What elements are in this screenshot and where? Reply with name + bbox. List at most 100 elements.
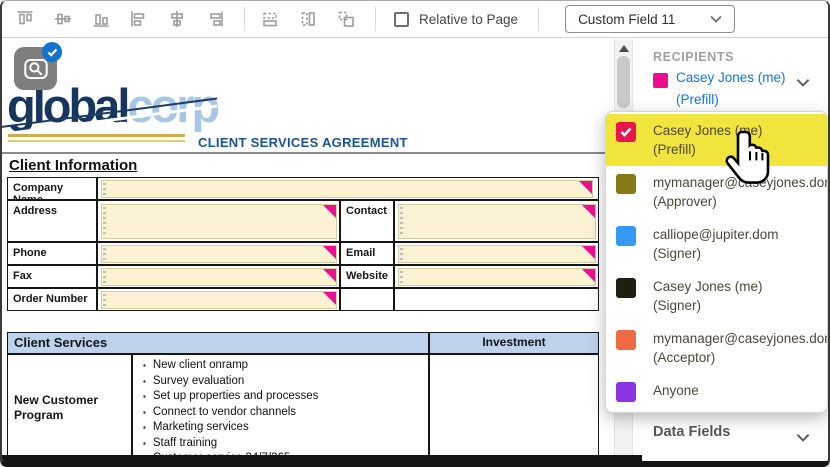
bullet-item: ▪ Set up properties and processes bbox=[143, 389, 428, 405]
recipient-option-role: (Signer) bbox=[653, 244, 779, 263]
relative-to-page-label: Relative to Page bbox=[419, 12, 518, 27]
field-flag-icon bbox=[323, 269, 336, 282]
document-title: CLIENT SERVICES AGREEMENT bbox=[198, 135, 408, 150]
recipient-color-swatch bbox=[616, 122, 636, 142]
recipient-option-role: (Acceptor) bbox=[653, 348, 828, 367]
recipient-option-name: calliope@jupiter.dom bbox=[653, 225, 779, 244]
recipient-color-swatch bbox=[616, 226, 636, 246]
field-handle[interactable] bbox=[103, 294, 106, 306]
toolbar: Relative to Page Custom Field 11 bbox=[2, 1, 828, 38]
investment-header: Investment bbox=[429, 332, 599, 354]
label-address: Address bbox=[7, 200, 97, 242]
field-type-select-value: Custom Field 11 bbox=[578, 12, 675, 27]
scrollbar-thumb[interactable] bbox=[617, 56, 630, 108]
investment-cell bbox=[429, 354, 599, 456]
recipient-option[interactable]: mymanager@caseyjones.dom (Approver) bbox=[606, 166, 827, 218]
field-flag-icon bbox=[579, 181, 592, 194]
data-fields-chevron-down-icon[interactable] bbox=[796, 429, 810, 447]
cell-empty bbox=[394, 288, 599, 311]
page-cutoff-bar bbox=[2, 455, 642, 462]
field-handle[interactable] bbox=[103, 207, 106, 236]
align-vertical-center-icon[interactable] bbox=[52, 9, 73, 30]
recipient-option-name: Anyone bbox=[653, 381, 699, 400]
selected-recipient-name[interactable]: Casey Jones (me) bbox=[676, 70, 786, 85]
data-fields-heading[interactable]: Data Fields bbox=[653, 424, 730, 440]
recipient-option-role: (Prefill) bbox=[653, 140, 763, 159]
relative-to-page-checkbox[interactable] bbox=[394, 12, 409, 27]
align-bottom-icon[interactable] bbox=[90, 9, 111, 30]
form-field-address[interactable] bbox=[101, 204, 337, 239]
field-flag-icon bbox=[582, 246, 595, 259]
document-page: globalcorp CLIENT SERVICES AGREEMENT Cli… bbox=[2, 38, 614, 461]
form-field-contact[interactable] bbox=[398, 204, 596, 239]
bullet-glyph: ▪ bbox=[143, 358, 146, 374]
recipient-color-swatch bbox=[616, 382, 636, 402]
recipient-option[interactable]: Casey Jones (me) (Signer) bbox=[606, 270, 827, 322]
title-rule bbox=[2, 152, 614, 154]
bullet-glyph: ▪ bbox=[143, 405, 146, 421]
form-authoring-window: Relative to Page Custom Field 11 globalc… bbox=[0, 0, 830, 467]
field-handle[interactable] bbox=[400, 207, 403, 236]
bullet-glyph: ▪ bbox=[143, 389, 146, 405]
recipient-option[interactable]: mymanager@caseyjones.dom (Acceptor) bbox=[606, 322, 827, 374]
client-services-header: Client Services bbox=[7, 332, 429, 354]
toolbar-separator bbox=[244, 7, 245, 31]
label-fax: Fax bbox=[7, 265, 97, 288]
bullet-glyph: ▪ bbox=[143, 374, 146, 390]
recipient-color-swatch bbox=[616, 278, 636, 298]
recipient-option[interactable]: Casey Jones (me) (Prefill) bbox=[606, 114, 827, 166]
scroll-up-arrow-icon[interactable] bbox=[619, 45, 629, 52]
recipient-chevron-down-icon[interactable] bbox=[796, 74, 810, 83]
selected-recipient-role: (Prefill) bbox=[676, 92, 719, 107]
label-contact: Contact bbox=[340, 200, 394, 242]
bullet-text: New client onramp bbox=[153, 358, 248, 374]
recipient-option-role: (Signer) bbox=[653, 296, 763, 315]
field-flag-icon bbox=[582, 205, 595, 218]
field-type-select[interactable]: Custom Field 11 bbox=[565, 5, 735, 33]
recipient-option[interactable]: calliope@jupiter.dom (Signer) bbox=[606, 218, 827, 270]
bullet-item: ▪ Connect to vendor channels bbox=[143, 405, 428, 421]
match-size-icon[interactable] bbox=[335, 9, 356, 30]
recipient-option-name: Casey Jones (me) bbox=[653, 121, 763, 140]
bullet-item: ▪ Survey evaluation bbox=[143, 374, 428, 390]
check-icon bbox=[620, 127, 632, 137]
field-handle[interactable] bbox=[103, 248, 106, 260]
field-handle[interactable] bbox=[400, 271, 403, 283]
bullet-item: ▪ Staff training bbox=[143, 436, 428, 452]
match-width-icon[interactable] bbox=[259, 9, 280, 30]
recipient-option[interactable]: Anyone bbox=[606, 374, 827, 408]
form-field-phone[interactable] bbox=[101, 245, 337, 263]
field-handle[interactable] bbox=[400, 248, 403, 260]
bullet-text: Survey evaluation bbox=[153, 374, 244, 390]
recipient-option-name: mymanager@caseyjones.dom bbox=[653, 329, 828, 348]
align-horizontal-center-icon[interactable] bbox=[166, 9, 187, 30]
label-company-name: Company Name bbox=[7, 177, 97, 200]
bullet-item: ▪ Marketing services bbox=[143, 420, 428, 436]
form-field-website[interactable] bbox=[398, 268, 596, 286]
align-right-icon[interactable] bbox=[204, 9, 225, 30]
field-handle[interactable] bbox=[103, 183, 106, 195]
recipient-color-swatch bbox=[616, 174, 636, 194]
form-field-email[interactable] bbox=[398, 245, 596, 263]
form-field-fax[interactable] bbox=[101, 268, 337, 286]
match-height-icon[interactable] bbox=[297, 9, 318, 30]
label-email: Email bbox=[340, 242, 394, 265]
cell-empty bbox=[340, 288, 394, 311]
field-handle[interactable] bbox=[103, 271, 106, 283]
form-field-company-name[interactable] bbox=[101, 180, 593, 198]
form-field-order-number[interactable] bbox=[101, 291, 337, 309]
client-information-heading: Client Information bbox=[9, 157, 137, 174]
bullet-text: Connect to vendor channels bbox=[153, 405, 296, 421]
bullet-text: Staff training bbox=[153, 436, 217, 452]
label-phone: Phone bbox=[7, 242, 97, 265]
recipient-color-swatch bbox=[616, 330, 636, 350]
field-flag-icon bbox=[582, 269, 595, 282]
bullet-glyph: ▪ bbox=[143, 436, 146, 452]
toolbar-separator bbox=[375, 7, 376, 31]
recipients-heading: RECIPIENTS bbox=[653, 50, 734, 64]
recipient-color-swatch bbox=[653, 73, 668, 88]
align-left-icon[interactable] bbox=[128, 9, 149, 30]
align-top-icon[interactable] bbox=[14, 9, 35, 30]
logo-underline bbox=[8, 134, 185, 137]
bullet-glyph: ▪ bbox=[143, 420, 146, 436]
